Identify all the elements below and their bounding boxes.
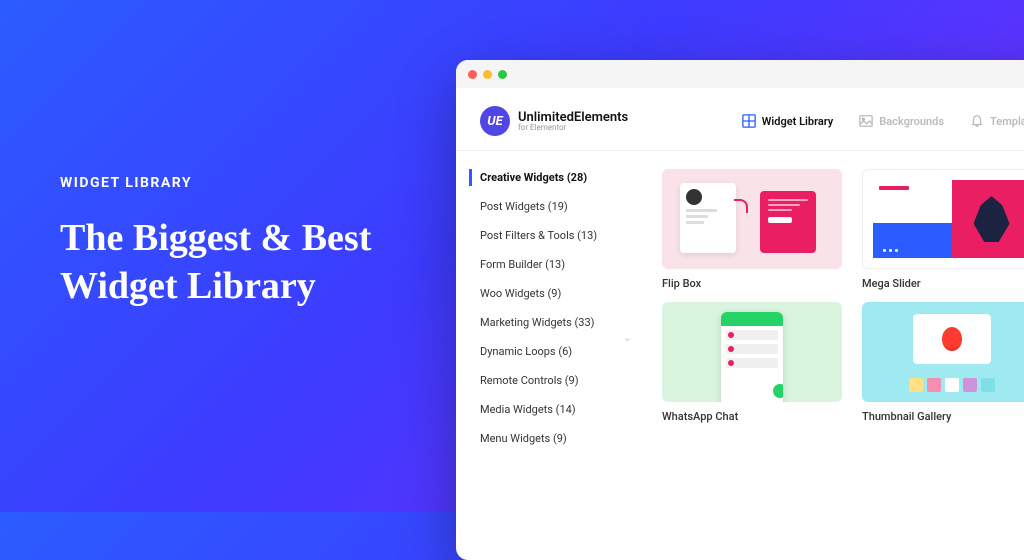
widget-title: Thumbnail Gallery <box>862 410 1024 423</box>
maximize-icon[interactable] <box>498 70 507 79</box>
hero-text: WIDGET LIBRARY The Biggest & Best Widget… <box>60 175 440 310</box>
topbar: UE UnlimitedElements for Elementor Widge… <box>456 88 1024 151</box>
widget-card-megaslider[interactable]: Mega Slider <box>862 169 1024 290</box>
sidebar-item-menu[interactable]: Menu Widgets (9) <box>480 430 638 447</box>
widget-title: Mega Slider <box>862 277 1024 290</box>
sidebar-item-media[interactable]: Media Widgets (14) <box>480 401 638 418</box>
sidebar-item-dynamic[interactable]: Dynamic Loops (6) <box>480 343 638 360</box>
bell-icon <box>970 114 984 128</box>
tab-backgrounds[interactable]: Backgrounds <box>859 114 944 128</box>
tab-templates[interactable]: Templates <box>970 114 1024 128</box>
tab-label: Widget Library <box>762 115 834 128</box>
eyebrow: WIDGET LIBRARY <box>60 175 440 191</box>
thumbnail <box>862 302 1024 402</box>
app-window: UE UnlimitedElements for Elementor Widge… <box>456 60 1024 560</box>
sidebar-item-post[interactable]: Post Widgets (19) <box>480 198 638 215</box>
widget-grid: Flip Box Mega Slider WhatsApp Chat T <box>638 151 1024 560</box>
window-chrome <box>456 60 1024 88</box>
widget-title: WhatsApp Chat <box>662 410 842 423</box>
sidebar: Creative Widgets (28) Post Widgets (19) … <box>456 151 638 560</box>
tab-label: Backgrounds <box>879 115 944 128</box>
thumbnail <box>662 169 842 269</box>
headline: The Biggest & Best Widget Library <box>60 215 440 310</box>
sidebar-item-woo[interactable]: Woo Widgets (9) <box>480 285 638 302</box>
chevron-down-icon[interactable]: ⌄ <box>623 331 632 344</box>
brand-name: UnlimitedElements <box>518 111 628 124</box>
brand-sub: for Elementor <box>518 124 628 132</box>
sidebar-item-remote[interactable]: Remote Controls (9) <box>480 372 638 389</box>
brand-logo[interactable]: UE UnlimitedElements for Elementor <box>480 106 628 136</box>
widget-title: Flip Box <box>662 277 842 290</box>
body: Creative Widgets (28) Post Widgets (19) … <box>456 151 1024 560</box>
thumbnail <box>862 169 1024 269</box>
sidebar-item-marketing[interactable]: Marketing Widgets (33) <box>480 314 638 331</box>
widget-card-thumbnail[interactable]: Thumbnail Gallery <box>862 302 1024 423</box>
tabs: Widget Library Backgrounds Templates <box>742 114 1024 128</box>
widget-card-flipbox[interactable]: Flip Box <box>662 169 842 290</box>
sidebar-item-filters[interactable]: Post Filters & Tools (13) <box>480 227 638 244</box>
tab-widget-library[interactable]: Widget Library <box>742 114 834 128</box>
thumbnail <box>662 302 842 402</box>
tab-label: Templates <box>990 115 1024 128</box>
sidebar-item-creative[interactable]: Creative Widgets (28) <box>469 169 638 186</box>
grid-icon <box>742 114 756 128</box>
image-icon <box>859 114 873 128</box>
widget-card-whatsapp[interactable]: WhatsApp Chat <box>662 302 842 423</box>
logo-badge-icon: UE <box>480 106 510 136</box>
close-icon[interactable] <box>468 70 477 79</box>
sidebar-item-form[interactable]: Form Builder (13) <box>480 256 638 273</box>
minimize-icon[interactable] <box>483 70 492 79</box>
